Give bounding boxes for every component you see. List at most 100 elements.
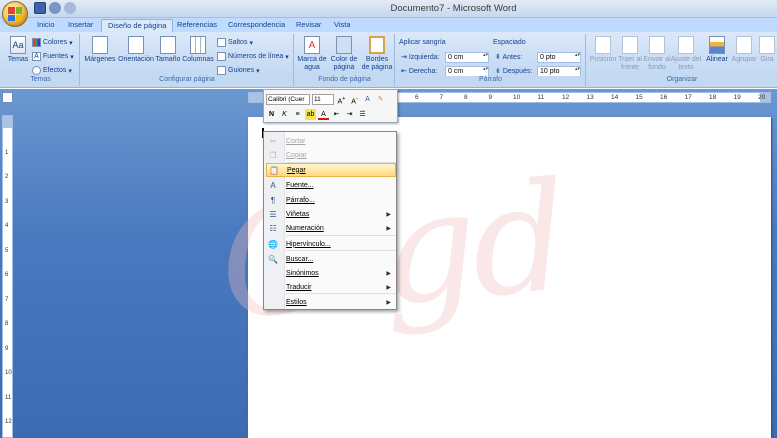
- office-button[interactable]: [2, 1, 28, 27]
- group-label-temas: Temas: [2, 76, 79, 86]
- chevron-down-icon: ▾: [285, 53, 289, 61]
- page-borders-button[interactable]: Bordes de página: [360, 36, 394, 72]
- group-button[interactable]: Agrupar: [729, 36, 759, 64]
- send-back-button[interactable]: Enviar al fondo: [642, 36, 672, 72]
- group-fondo-de-pagina: A Marca de agua Color de página Bordes d…: [295, 34, 395, 86]
- orientation-icon: [128, 36, 144, 54]
- font-name-select[interactable]: Calibri (Cuer: [266, 94, 310, 105]
- ribbon-tabs: Inicio Insertar Diseño de página Referen…: [0, 18, 777, 32]
- text-wrap-button[interactable]: Ajuste del texto: [670, 36, 702, 72]
- position-button[interactable]: Posición: [588, 36, 618, 64]
- margins-label: Márgenes: [84, 56, 116, 63]
- menu-item-buscar[interactable]: 🔍 Buscar...: [266, 252, 396, 266]
- bold-icon[interactable]: N: [266, 109, 277, 120]
- text-wrap-label-1: Ajuste del: [670, 56, 702, 63]
- fonts-label: Fuentes: [43, 53, 69, 60]
- highlight-icon[interactable]: ab: [305, 109, 316, 120]
- decrease-indent-icon[interactable]: ⇤: [331, 109, 342, 120]
- shrink-font-icon[interactable]: A-: [349, 94, 360, 105]
- ruler-tick-label: 19: [733, 94, 741, 101]
- size-button[interactable]: Tamaño: [154, 36, 182, 64]
- themes-button[interactable]: Aa Temas: [3, 36, 33, 64]
- ruler-tick-label: 7: [439, 94, 444, 101]
- vruler-tick-label: 4: [5, 223, 9, 229]
- ruler-tick-label: 11: [537, 94, 545, 101]
- position-label: Posición: [589, 56, 617, 63]
- tab-insertar[interactable]: Insertar: [62, 19, 99, 32]
- line-numbers-button[interactable]: Números de línea ▾: [217, 51, 289, 62]
- menu-item-label: Numeración: [286, 224, 324, 232]
- tab-diseno-de-pagina[interactable]: Diseño de página: [101, 19, 174, 32]
- menu-item-pegar[interactable]: 📋 Pegar: [266, 163, 396, 177]
- ruler-tick-label: 16: [660, 94, 668, 101]
- scissors-icon: ✂: [269, 136, 277, 146]
- watermark-icon: A: [304, 36, 320, 54]
- page-borders-icon: [369, 36, 385, 54]
- menu-item-sinonimos[interactable]: Sinónimos ▶: [266, 266, 396, 280]
- menu-item-numeracion[interactable]: ☷ Numeración ▶: [266, 221, 396, 235]
- spacing-before-input[interactable]: 0 pto: [537, 52, 581, 63]
- menu-item-label: Viñetas: [286, 210, 310, 218]
- orientation-button[interactable]: Orientación: [117, 36, 155, 64]
- tab-vista[interactable]: Vista: [328, 19, 357, 32]
- rotate-button[interactable]: Gira: [757, 36, 777, 64]
- line-numbers-icon: [217, 52, 226, 61]
- send-back-icon: [649, 36, 665, 54]
- styles-icon[interactable]: A: [362, 94, 373, 105]
- vertical-ruler[interactable]: 1 2 3 4 5 6 7 8 9 10 11 12: [2, 115, 13, 438]
- copy-icon: ❐: [269, 150, 277, 160]
- vruler-tick-label: 8: [5, 321, 9, 327]
- fonts-icon: A: [32, 52, 41, 61]
- margins-button[interactable]: Márgenes: [83, 36, 117, 64]
- tab-correspondencia[interactable]: Correspondencia: [222, 19, 291, 32]
- rotate-label: Gira: [760, 56, 774, 63]
- indent-left-icon: ⇥: [401, 54, 407, 61]
- tab-inicio[interactable]: Inicio: [31, 19, 61, 32]
- menu-item-fuente[interactable]: A Fuente...: [266, 178, 396, 192]
- group-icon: [736, 36, 752, 54]
- font-color-icon[interactable]: A: [318, 109, 329, 120]
- chevron-down-icon: ▾: [68, 67, 72, 75]
- text-wrap-icon: [678, 36, 694, 54]
- colors-button[interactable]: Colores ▾: [32, 37, 73, 48]
- blank-icon: [266, 267, 280, 279]
- fonts-button[interactable]: A Fuentes ▾: [32, 51, 74, 62]
- chevron-down-icon: ▾: [256, 67, 260, 75]
- ruler-tick-label: 15: [635, 94, 643, 101]
- themes-icon: Aa: [10, 36, 26, 54]
- align-button[interactable]: Alinear: [702, 36, 732, 64]
- menu-item-hipervinculo[interactable]: 🌐 Hipervínculo...: [266, 237, 396, 251]
- indent-left-input[interactable]: 0 cm: [445, 52, 489, 63]
- tab-referencias[interactable]: Referencias: [171, 19, 223, 32]
- submenu-arrow-icon: ▶: [386, 211, 391, 218]
- hyphenation-button[interactable]: Guiones ▾: [217, 65, 260, 76]
- grow-font-icon[interactable]: A+: [336, 94, 347, 105]
- bring-front-button[interactable]: Traer al frente: [615, 36, 645, 72]
- text-wrap-label-2: texto: [678, 64, 694, 71]
- group-configurar-pagina: Márgenes Orientación Tamaño Columnas Sal…: [81, 34, 294, 86]
- effects-button[interactable]: Efectos ▾: [32, 65, 72, 76]
- page-color-button[interactable]: Color de página: [328, 36, 360, 72]
- center-align-icon[interactable]: ≡: [292, 109, 303, 120]
- menu-item-vinetas[interactable]: ☰ Viñetas ▶: [266, 207, 396, 221]
- watermark-button[interactable]: A Marca de agua: [297, 36, 327, 72]
- format-painter-icon[interactable]: ✎: [375, 94, 386, 105]
- italic-icon[interactable]: K: [279, 109, 290, 120]
- font-size-select[interactable]: 11: [312, 94, 334, 105]
- tab-selector-button[interactable]: [2, 92, 13, 103]
- menu-item-estilos[interactable]: Estilos ▶: [266, 295, 396, 309]
- columns-button[interactable]: Columnas: [182, 36, 214, 64]
- ruler-tick-label: 18: [709, 94, 717, 101]
- menu-item-traducir[interactable]: Traducir ▶: [266, 280, 396, 294]
- submenu-arrow-icon: ▶: [386, 299, 391, 306]
- tab-revisar[interactable]: Revisar: [290, 19, 327, 32]
- menu-item-parrafo[interactable]: ¶ Párrafo...: [266, 193, 396, 207]
- bullets-icon[interactable]: ☰: [357, 109, 368, 120]
- menu-item-label: Cortar: [286, 137, 306, 145]
- hyphenation-label: Guiones: [228, 67, 255, 74]
- vruler-tick-label: 10: [5, 370, 12, 376]
- increase-indent-icon[interactable]: ⇥: [344, 109, 355, 120]
- hyphenation-icon: [217, 66, 226, 75]
- vruler-tick-label: 7: [5, 296, 9, 303]
- breaks-button[interactable]: Saltos ▾: [217, 37, 253, 48]
